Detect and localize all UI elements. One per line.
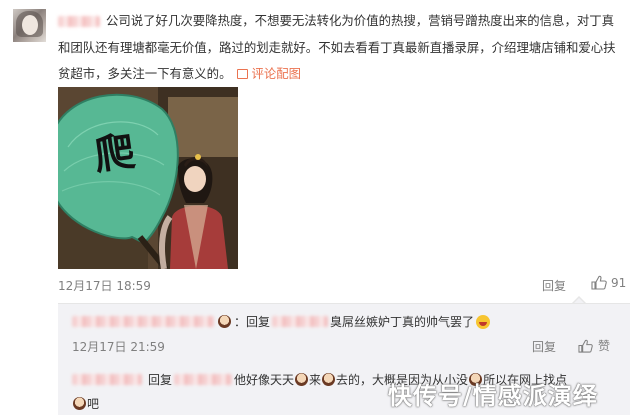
- reply-2-target-blurred[interactable]: [174, 374, 233, 385]
- comment-body: 公司说了好几次要降热度，不想要无法转化为价值的热搜，营销号蹭热度出来的信息，对丁…: [58, 8, 626, 88]
- reply-2-text-a: 他好像天天: [234, 373, 295, 387]
- reply-2-username-blurred[interactable]: [72, 374, 142, 385]
- reply-button[interactable]: 回复: [542, 277, 566, 294]
- reply-1-prefix: 回复: [246, 315, 271, 329]
- comment-meme-image[interactable]: 爬: [58, 87, 238, 269]
- reply-2-text-b: 来: [309, 373, 322, 387]
- meme-caption-char: 爬: [91, 127, 138, 180]
- reply-1-like-button[interactable]: 赞: [578, 337, 610, 354]
- reply-1-target-blurred[interactable]: [272, 316, 329, 327]
- thumb-up-icon: [591, 275, 607, 290]
- reply-1-like-label: 赞: [598, 339, 611, 353]
- reply-1-reply-button[interactable]: 回复: [532, 338, 556, 355]
- thumb-up-icon: [578, 339, 593, 353]
- meme-illustration: [58, 87, 238, 269]
- reply-1: ： 回复 臭屌丝嫉妒丁真的帅气罢了: [72, 313, 491, 330]
- emoji-face-icon: [295, 373, 309, 386]
- like-button[interactable]: 91: [591, 275, 626, 290]
- comment-image-link[interactable]: 评论配图: [231, 66, 301, 81]
- reply-1-username-blurred[interactable]: [72, 316, 214, 327]
- reply-2-continued: 吧: [72, 395, 99, 412]
- comment-timestamp: 12月17日 18:59: [58, 279, 151, 293]
- watermark: 快传号/情感派演绎: [388, 382, 598, 410]
- reply-2-prefix: 回复: [148, 373, 173, 387]
- reply-1-text: 臭屌丝嫉妒丁真的帅气罢了: [330, 315, 475, 329]
- emoji-laugh-icon: [476, 314, 491, 329]
- pic-icon: [237, 68, 249, 79]
- username-blurred[interactable]: [58, 16, 100, 27]
- comment-image-link-label: 评论配图: [251, 66, 302, 81]
- emoji-face-icon: [73, 397, 86, 410]
- avatar-face: [22, 15, 38, 35]
- emoji-face-icon: [322, 373, 336, 386]
- comment-text: 公司说了好几次要降热度，不想要无法转化为价值的热搜，营销号蹭热度出来的信息，对丁…: [58, 13, 616, 81]
- reply-1-timestamp: 12月17日 21:59: [72, 340, 165, 354]
- emoji-face-icon: [218, 315, 231, 328]
- avatar[interactable]: [13, 9, 46, 42]
- like-count: 91: [611, 275, 627, 290]
- reply-2-text-e: 吧: [87, 397, 100, 411]
